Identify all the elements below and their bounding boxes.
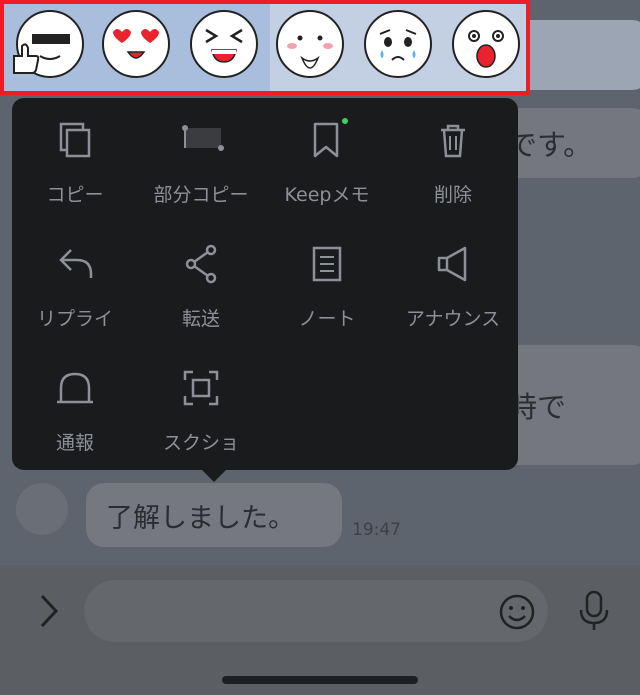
crying-sticker[interactable] — [364, 10, 432, 78]
reply-icon — [59, 249, 93, 278]
menu-item-label: 部分コピー — [153, 184, 249, 206]
home-indicator — [222, 676, 418, 684]
microphone-icon[interactable] — [574, 588, 614, 634]
menu-item-label: コピー — [46, 184, 104, 206]
heart-eyes-sticker[interactable] — [102, 10, 170, 78]
menu-item-reply[interactable]: リプライ — [12, 222, 138, 346]
expand-chevron-icon[interactable] — [30, 588, 70, 634]
menu-item-partial-copy[interactable]: 部分コピー — [138, 98, 264, 222]
message-timestamp: 19:47 — [352, 520, 401, 540]
menu-item-delete[interactable]: 削除 — [390, 98, 516, 222]
menu-item-label: リプライ — [36, 308, 113, 330]
reaction-bar — [0, 0, 530, 95]
note-icon — [312, 246, 342, 282]
bookmark-icon — [313, 118, 348, 158]
shy-sticker[interactable] — [276, 10, 344, 78]
menu-item-label: Keepメモ — [284, 184, 370, 206]
laughing-sticker[interactable] — [190, 10, 258, 78]
menu-item-screenshot[interactable]: スクショ — [138, 346, 264, 470]
menu-item-label: アナウンス — [405, 308, 501, 330]
surprised-sticker[interactable] — [452, 10, 520, 78]
received-message-bubble[interactable]: 了解しました。 — [86, 483, 342, 547]
received-message-text: 了解しました。 — [106, 502, 295, 534]
menu-item-label: スクショ — [162, 432, 239, 454]
message-action-menu: コピー 部分コピー Keepメモ 削除 リプライ 転送 ノート アナウンス 通報… — [12, 98, 518, 482]
message-input[interactable] — [84, 580, 548, 642]
menu-item-label: 通報 — [55, 432, 94, 454]
menu-item-announce[interactable]: アナウンス — [390, 222, 516, 346]
trash-icon — [441, 124, 465, 158]
report-bell-icon — [57, 372, 93, 404]
partial-copy-icon — [182, 125, 224, 151]
avatar[interactable] — [16, 483, 68, 535]
emoji-icon[interactable] — [497, 592, 537, 632]
menu-item-forward[interactable]: 転送 — [138, 222, 264, 346]
menu-item-note[interactable]: ノート — [264, 222, 390, 346]
menu-item-label: 転送 — [181, 308, 220, 330]
menu-item-copy[interactable]: コピー — [12, 98, 138, 222]
menu-item-label: ノート — [298, 308, 356, 330]
megaphone-icon — [437, 246, 467, 282]
thumbs-up-hand-icon — [8, 38, 40, 74]
share-icon — [185, 244, 217, 284]
copy-icon — [59, 122, 91, 158]
menu-item-report[interactable]: 通報 — [12, 346, 138, 470]
menu-item-label: 削除 — [433, 184, 472, 206]
message-text: です。 — [508, 128, 593, 162]
screenshot-icon — [183, 370, 219, 406]
menu-item-keep-memo[interactable]: Keepメモ — [264, 98, 390, 222]
